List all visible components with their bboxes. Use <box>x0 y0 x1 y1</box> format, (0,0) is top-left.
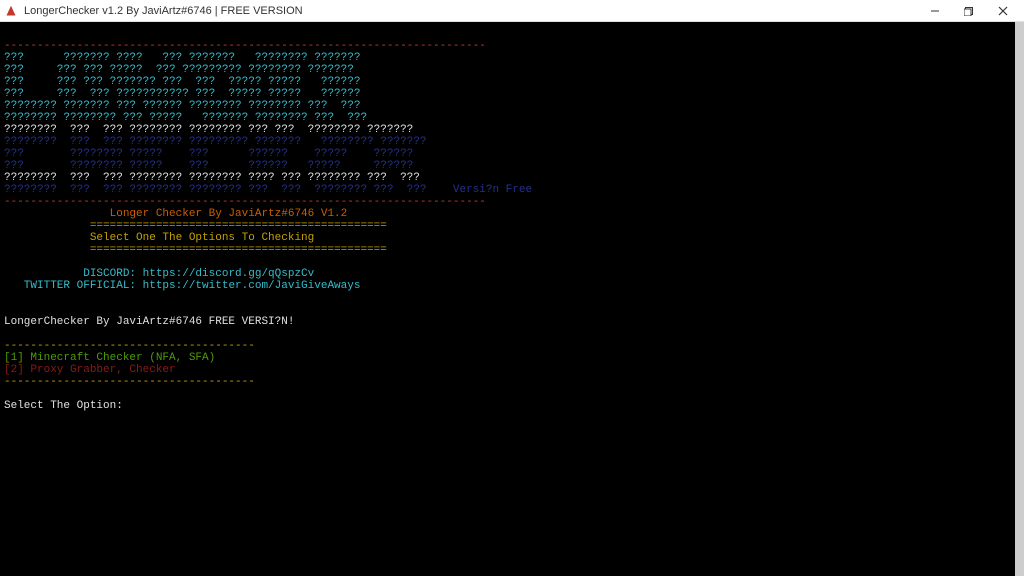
equals-divider: ========================================… <box>4 220 387 232</box>
ascii-divider-top: ----------------------------------------… <box>4 40 486 52</box>
discord-label: DISCORD: <box>4 268 143 280</box>
ascii-row: ??? ??? ??? ????? ??? ????????? ????????… <box>4 64 354 76</box>
window-title: LongerChecker v1.2 By JaviArtz#6746 | FR… <box>24 5 918 17</box>
ascii-row: ??? ???????? ????? ??? ?????? ????? ????… <box>4 148 413 160</box>
discord-url: https://discord.gg/qQspzCv <box>143 268 315 280</box>
titlebar: LongerChecker v1.2 By JaviArtz#6746 | FR… <box>0 0 1024 22</box>
header-text: Longer Checker By JaviArtz#6746 V1.2 <box>4 208 347 220</box>
menu-option-2: [2] Proxy Grabber, Checker <box>4 364 176 376</box>
version-label: Versi?n Free <box>426 184 532 196</box>
minimize-button[interactable] <box>918 0 952 22</box>
menu-divider: -------------------------------------- <box>4 376 255 388</box>
ascii-row: ???????? ???????? ??? ????? ??????? ????… <box>4 112 367 124</box>
ascii-row: ???????? ??????? ??? ?????? ???????? ???… <box>4 100 360 112</box>
scrollbar-thumb[interactable] <box>1015 22 1024 576</box>
twitter-label: TWITTER OFFICIAL: <box>4 280 143 292</box>
equals-divider: ========================================… <box>4 244 387 256</box>
ascii-row: ??? ???????? ????? ??? ?????? ????? ????… <box>4 160 413 172</box>
scrollbar-track[interactable] <box>1015 22 1024 576</box>
window-controls <box>918 0 1020 22</box>
terminal[interactable]: -------------------------------------- --… <box>0 22 1015 576</box>
menu-option-1: [1] Minecraft Checker (NFA, SFA) <box>4 352 215 364</box>
close-button[interactable] <box>986 0 1020 22</box>
ascii-row: ??? ??? ??? ??????????? ??? ????? ????? … <box>4 88 360 100</box>
ascii-row: ??? ??????? ???? ??? ??????? ???????? ??… <box>4 52 360 64</box>
prompt[interactable]: Select The Option: <box>4 400 129 412</box>
ascii-row: ???????? ??? ??? ???????? ???????? ??? ?… <box>4 184 426 196</box>
maximize-button[interactable] <box>952 0 986 22</box>
ascii-row: ???????? ??? ??? ???????? ????????? ????… <box>4 136 426 148</box>
twitter-url: https://twitter.com/JaviGiveAways <box>143 280 361 292</box>
options-header: Select One The Options To Checking <box>4 232 314 244</box>
app-icon <box>4 4 18 18</box>
ascii-row: ???????? ??? ??? ???????? ???????? ???? … <box>4 172 420 184</box>
status-line: LongerChecker By JaviArtz#6746 FREE VERS… <box>4 316 294 328</box>
ascii-divider-bottom: ----------------------------------------… <box>4 196 486 208</box>
ascii-row: ???????? ??? ??? ???????? ???????? ??? ?… <box>4 124 413 136</box>
ascii-row: ??? ??? ??? ??????? ??? ??? ????? ????? … <box>4 76 360 88</box>
menu-divider: -------------------------------------- <box>4 340 255 352</box>
